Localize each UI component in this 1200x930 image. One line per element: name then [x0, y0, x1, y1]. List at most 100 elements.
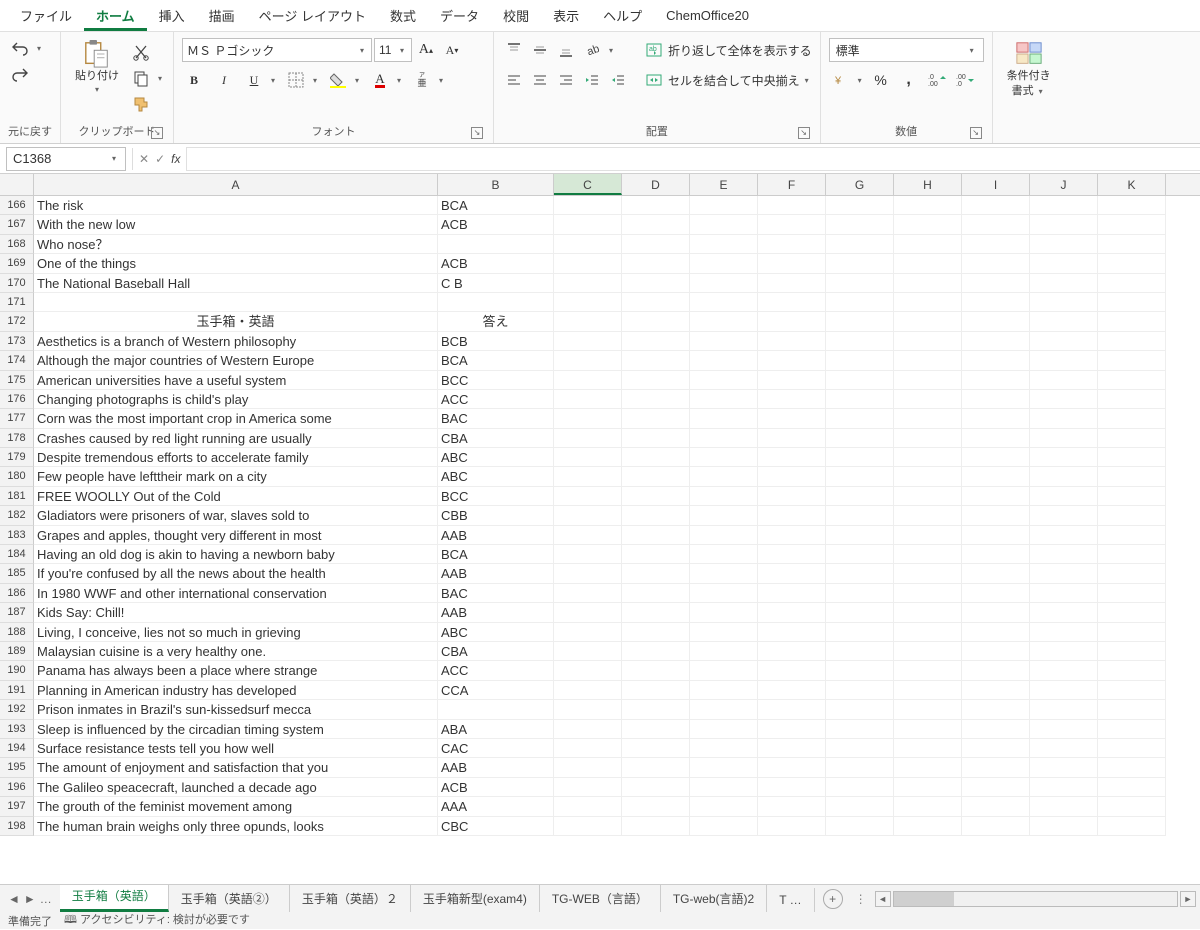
- cell-K174[interactable]: [1098, 351, 1166, 370]
- cell-F187[interactable]: [758, 603, 826, 622]
- row-header[interactable]: 190: [0, 661, 34, 680]
- cell-D192[interactable]: [622, 700, 690, 719]
- cell-I189[interactable]: [962, 642, 1030, 661]
- cell-A172[interactable]: 玉手箱・英語: [34, 312, 438, 331]
- cell-H184[interactable]: [894, 545, 962, 564]
- underline-dropdown[interactable]: ▾: [268, 76, 278, 85]
- cell-A178[interactable]: Crashes caused by red light running are …: [34, 429, 438, 448]
- cell-E177[interactable]: [690, 409, 758, 428]
- cell-G190[interactable]: [826, 661, 894, 680]
- cell-B183[interactable]: AAB: [438, 526, 554, 545]
- cell-I177[interactable]: [962, 409, 1030, 428]
- row-header[interactable]: 188: [0, 623, 34, 642]
- menu-item-10[interactable]: ChemOffice20: [654, 2, 761, 29]
- cell-K178[interactable]: [1098, 429, 1166, 448]
- cell-D197[interactable]: [622, 797, 690, 816]
- cell-C185[interactable]: [554, 564, 622, 583]
- cell-E184[interactable]: [690, 545, 758, 564]
- cell-E172[interactable]: [690, 312, 758, 331]
- row-header[interactable]: 196: [0, 778, 34, 797]
- cell-H166[interactable]: [894, 196, 962, 215]
- cell-D186[interactable]: [622, 584, 690, 603]
- scroll-track[interactable]: [893, 891, 1178, 907]
- cell-J169[interactable]: [1030, 254, 1098, 273]
- cell-K184[interactable]: [1098, 545, 1166, 564]
- cell-I198[interactable]: [962, 817, 1030, 836]
- cell-H187[interactable]: [894, 603, 962, 622]
- cell-C191[interactable]: [554, 681, 622, 700]
- row-header[interactable]: 193: [0, 720, 34, 739]
- name-box[interactable]: C1368▾: [6, 147, 126, 171]
- font-color-button[interactable]: A: [368, 68, 392, 92]
- cell-I196[interactable]: [962, 778, 1030, 797]
- sheet-nav-ellipsis[interactable]: …: [40, 892, 52, 906]
- cell-G192[interactable]: [826, 700, 894, 719]
- cell-B178[interactable]: CBA: [438, 429, 554, 448]
- cell-D196[interactable]: [622, 778, 690, 797]
- cell-I186[interactable]: [962, 584, 1030, 603]
- cell-J198[interactable]: [1030, 817, 1098, 836]
- cell-B171[interactable]: [438, 293, 554, 312]
- cell-B189[interactable]: CBA: [438, 642, 554, 661]
- cell-I191[interactable]: [962, 681, 1030, 700]
- sheet-tab-0[interactable]: 玉手箱（英語）: [60, 885, 169, 912]
- cell-D171[interactable]: [622, 293, 690, 312]
- cell-B187[interactable]: AAB: [438, 603, 554, 622]
- scroll-left-arrow[interactable]: ◄: [875, 891, 891, 907]
- cell-E187[interactable]: [690, 603, 758, 622]
- phonetic-dropdown[interactable]: ▾: [436, 76, 446, 85]
- cell-J189[interactable]: [1030, 642, 1098, 661]
- cell-H190[interactable]: [894, 661, 962, 680]
- cut-button[interactable]: [129, 40, 153, 64]
- cell-A183[interactable]: Grapes and apples, thought very differen…: [34, 526, 438, 545]
- cell-E193[interactable]: [690, 720, 758, 739]
- cell-G177[interactable]: [826, 409, 894, 428]
- cell-F196[interactable]: [758, 778, 826, 797]
- cell-A177[interactable]: Corn was the most important crop in Amer…: [34, 409, 438, 428]
- cell-H183[interactable]: [894, 526, 962, 545]
- align-middle-button[interactable]: [528, 38, 552, 62]
- cell-A190[interactable]: Panama has always been a place where str…: [34, 661, 438, 680]
- cell-G191[interactable]: [826, 681, 894, 700]
- cell-H173[interactable]: [894, 332, 962, 351]
- orientation-dropdown[interactable]: ▾: [606, 46, 616, 55]
- cell-E196[interactable]: [690, 778, 758, 797]
- cell-A167[interactable]: With the new low: [34, 215, 438, 234]
- cell-K168[interactable]: [1098, 235, 1166, 254]
- cell-C168[interactable]: [554, 235, 622, 254]
- cell-J178[interactable]: [1030, 429, 1098, 448]
- cell-E174[interactable]: [690, 351, 758, 370]
- cell-D172[interactable]: [622, 312, 690, 331]
- cell-J191[interactable]: [1030, 681, 1098, 700]
- cell-I179[interactable]: [962, 448, 1030, 467]
- cell-C177[interactable]: [554, 409, 622, 428]
- cell-J190[interactable]: [1030, 661, 1098, 680]
- row-header[interactable]: 176: [0, 390, 34, 409]
- row-header[interactable]: 187: [0, 603, 34, 622]
- increase-font-button[interactable]: A▴: [414, 38, 438, 62]
- cell-B184[interactable]: BCA: [438, 545, 554, 564]
- cell-H167[interactable]: [894, 215, 962, 234]
- cell-B193[interactable]: ABA: [438, 720, 554, 739]
- cell-C171[interactable]: [554, 293, 622, 312]
- cell-C193[interactable]: [554, 720, 622, 739]
- cell-D184[interactable]: [622, 545, 690, 564]
- cell-G176[interactable]: [826, 390, 894, 409]
- menu-item-2[interactable]: 挿入: [147, 0, 197, 31]
- menu-item-7[interactable]: 校閲: [491, 0, 541, 31]
- cell-E183[interactable]: [690, 526, 758, 545]
- cell-G193[interactable]: [826, 720, 894, 739]
- cell-C174[interactable]: [554, 351, 622, 370]
- cell-H182[interactable]: [894, 506, 962, 525]
- cell-E186[interactable]: [690, 584, 758, 603]
- cell-A189[interactable]: Malaysian cuisine is a very healthy one.: [34, 642, 438, 661]
- cell-E194[interactable]: [690, 739, 758, 758]
- cell-I175[interactable]: [962, 371, 1030, 390]
- cell-D191[interactable]: [622, 681, 690, 700]
- row-header[interactable]: 194: [0, 739, 34, 758]
- cell-C179[interactable]: [554, 448, 622, 467]
- cell-F179[interactable]: [758, 448, 826, 467]
- row-header[interactable]: 179: [0, 448, 34, 467]
- cell-J172[interactable]: [1030, 312, 1098, 331]
- cell-H177[interactable]: [894, 409, 962, 428]
